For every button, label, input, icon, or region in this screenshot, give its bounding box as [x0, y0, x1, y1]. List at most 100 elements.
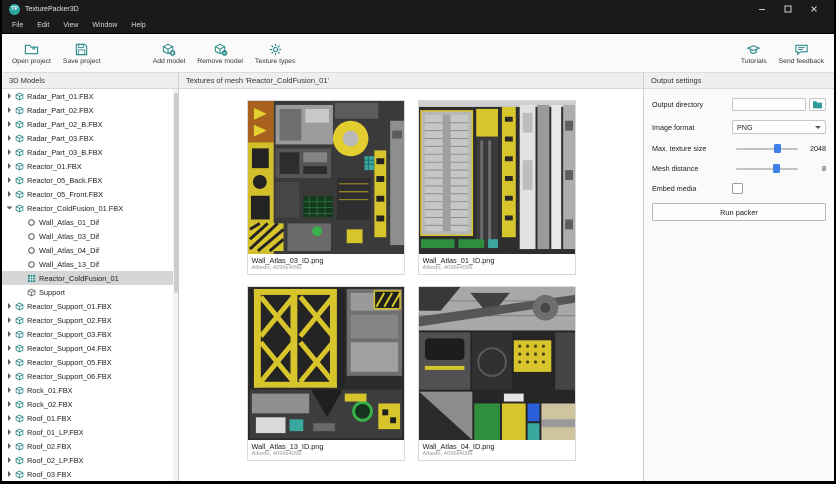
texture-card-wall-atlas-01[interactable]: Wall_Atlas_01_ID.png Albedo, 4096x4096 [417, 100, 576, 275]
tree-item-reactor-05-back-fbx[interactable]: Reactor_05_Back.FBX [2, 173, 173, 187]
chevron-icon[interactable] [5, 387, 14, 393]
tree-item-roof-02-lp-fbx[interactable]: Roof_02_LP.FBX [2, 453, 173, 467]
chevron-icon[interactable] [5, 471, 14, 477]
menu-item-file[interactable]: File [5, 21, 30, 30]
sidebar-scrollbar[interactable] [173, 89, 178, 481]
chevron-icon[interactable] [5, 359, 14, 365]
chevron-icon[interactable] [5, 457, 14, 463]
max-texture-size-value: 2048 [810, 144, 826, 153]
slider-handle[interactable] [773, 164, 781, 173]
save-project-button[interactable]: Save project [57, 40, 107, 67]
texture-card-wall-atlas-13[interactable]: Wall_Atlas_13_ID.png Albedo, 4096x4096 [246, 286, 405, 461]
tree-item-radar-part-02-fbx[interactable]: Radar_Part_02.FBX [2, 103, 173, 117]
model-icon [15, 386, 24, 395]
menu-item-window[interactable]: Window [85, 21, 124, 30]
max-texture-size-row: Max. texture size 2048 [652, 143, 826, 154]
minimize-button[interactable] [749, 0, 775, 18]
chevron-icon[interactable] [5, 205, 14, 211]
tree-item-wall-atlas-03-dif[interactable]: Wall_Atlas_03_Dif [2, 229, 173, 243]
tree-item-reactor-05-front-fbx[interactable]: Reactor_05_Front.FBX [2, 187, 173, 201]
texture-icon [27, 218, 36, 227]
chevron-icon[interactable] [5, 429, 14, 435]
chevron-icon[interactable] [5, 303, 14, 309]
tutorials-button[interactable]: Tutorials [735, 40, 773, 67]
tree-item-reactor-support-04-fbx[interactable]: Reactor_Support_04.FBX [2, 341, 173, 355]
tree-item-reactor-support-03-fbx[interactable]: Reactor_Support_03.FBX [2, 327, 173, 341]
model-icon [15, 344, 24, 353]
tree-item-radar-part-02-b-fbx[interactable]: Radar_Part_02_B.FBX [2, 117, 173, 131]
texture-types-button[interactable]: Texture types [249, 40, 301, 67]
chevron-icon[interactable] [5, 443, 14, 449]
tree-item-reactor-coldfusion-01-fbx[interactable]: Reactor_ColdFusion_01.FBX [2, 201, 173, 215]
texture-meta: Albedo, 4096x4096 [251, 451, 302, 457]
tree-item-reactor-support-02-fbx[interactable]: Reactor_Support_02.FBX [2, 313, 173, 327]
tree-item-label: Radar_Part_03.FBX [27, 133, 94, 143]
remove-model-button[interactable]: Remove model [191, 40, 249, 67]
output-directory-input[interactable] [732, 98, 806, 111]
chevron-icon[interactable] [5, 317, 14, 323]
tree-item-rock-02-fbx[interactable]: Rock_02.FBX [2, 397, 173, 411]
textures-panel-header: Textures of mesh 'Reactor_ColdFusion_01' [179, 73, 643, 89]
run-packer-button[interactable]: Run packer [652, 203, 826, 221]
menu-item-view[interactable]: View [56, 21, 85, 30]
mesh-distance-slider[interactable] [736, 163, 798, 174]
add-model-button[interactable]: Add model [147, 40, 192, 67]
texture-card-wall-atlas-03[interactable]: Wall_Atlas_03_ID.png Albedo, 4096x4096 [246, 100, 405, 275]
tree-item-support[interactable]: Support [2, 285, 173, 299]
tree-item-label: Reactor_ColdFusion_01.FBX [27, 203, 124, 213]
tree-item-reactor-coldfusion-01[interactable]: Reactor_ColdFusion_01 [2, 271, 173, 285]
tree-item-wall-atlas-13-dif[interactable]: Wall_Atlas_13_Dif [2, 257, 173, 271]
menu-item-help[interactable]: Help [124, 21, 152, 30]
browse-directory-button[interactable] [809, 98, 826, 111]
menu-item-edit[interactable]: Edit [30, 21, 56, 30]
tree-item-reactor-support-06-fbx[interactable]: Reactor_Support_06.FBX [2, 369, 173, 383]
chevron-icon[interactable] [5, 149, 14, 155]
scrollbar-thumb[interactable] [173, 93, 178, 293]
slider-track [736, 168, 798, 170]
open-project-button[interactable]: Open project [6, 40, 57, 67]
tree-item-label: Rock_01.FBX [27, 385, 73, 395]
maximize-button[interactable] [775, 0, 801, 18]
max-texture-size-slider[interactable] [736, 143, 798, 154]
model-icon [15, 302, 24, 311]
image-format-select[interactable]: PNG [732, 120, 826, 134]
chevron-icon[interactable] [5, 163, 14, 169]
embed-media-checkbox[interactable] [732, 183, 743, 194]
texture-meta: Albedo, 4096x4096 [422, 451, 473, 457]
add-model-icon [161, 42, 176, 57]
tree-item-radar-part-01-fbx[interactable]: Radar_Part_01.FBX [2, 89, 173, 103]
chevron-icon[interactable] [5, 345, 14, 351]
chevron-icon[interactable] [5, 107, 14, 113]
tree-item-rock-01-fbx[interactable]: Rock_01.FBX [2, 383, 173, 397]
tree-item-radar-part-03-b-fbx[interactable]: Radar_Part_03_B.FBX [2, 145, 173, 159]
models-panel: 3D Models Radar_Part_01.FBX Radar_Part_0… [2, 73, 179, 481]
chevron-icon[interactable] [5, 121, 14, 127]
tree-item-roof-03-fbx[interactable]: Roof_03.FBX [2, 467, 173, 481]
tree-item-reactor-support-05-fbx[interactable]: Reactor_Support_05.FBX [2, 355, 173, 369]
tree-item-reactor-support-01-fbx[interactable]: Reactor_Support_01.FBX [2, 299, 173, 313]
texture-card-wall-atlas-04[interactable]: Wall_Atlas_04_ID.png Albedo, 4096x4096 [417, 286, 576, 461]
tree-item-roof-01-fbx[interactable]: Roof_01.FBX [2, 411, 173, 425]
chevron-icon[interactable] [5, 331, 14, 337]
tree-item-radar-part-03-fbx[interactable]: Radar_Part_03.FBX [2, 131, 173, 145]
send-feedback-button[interactable]: Send feedback [773, 40, 830, 67]
chevron-icon[interactable] [5, 135, 14, 141]
embed-media-row: Embed media [652, 183, 826, 194]
chevron-icon[interactable] [5, 93, 14, 99]
tree-item-wall-atlas-04-dif[interactable]: Wall_Atlas_04_Dif [2, 243, 173, 257]
chevron-icon[interactable] [5, 191, 14, 197]
chevron-icon[interactable] [5, 415, 14, 421]
slider-handle[interactable] [774, 144, 782, 153]
tree-item-wall-atlas-01-dif[interactable]: Wall_Atlas_01_Dif [2, 215, 173, 229]
tree-item-roof-02-fbx[interactable]: Roof_02.FBX [2, 439, 173, 453]
output-settings-panel: Output settings Output directory Image f… [643, 73, 834, 481]
chevron-icon[interactable] [5, 373, 14, 379]
chevron-icon[interactable] [5, 401, 14, 407]
close-button[interactable] [801, 0, 827, 18]
tree-item-label: Reactor_Support_02.FBX [27, 315, 112, 325]
tree-item-label: Wall_Atlas_04_Dif [39, 245, 100, 255]
tree-item-label: Roof_01_LP.FBX [27, 427, 84, 437]
tree-item-roof-01-lp-fbx[interactable]: Roof_01_LP.FBX [2, 425, 173, 439]
tree-item-reactor-01-fbx[interactable]: Reactor_01.FBX [2, 159, 173, 173]
chevron-icon[interactable] [5, 177, 14, 183]
